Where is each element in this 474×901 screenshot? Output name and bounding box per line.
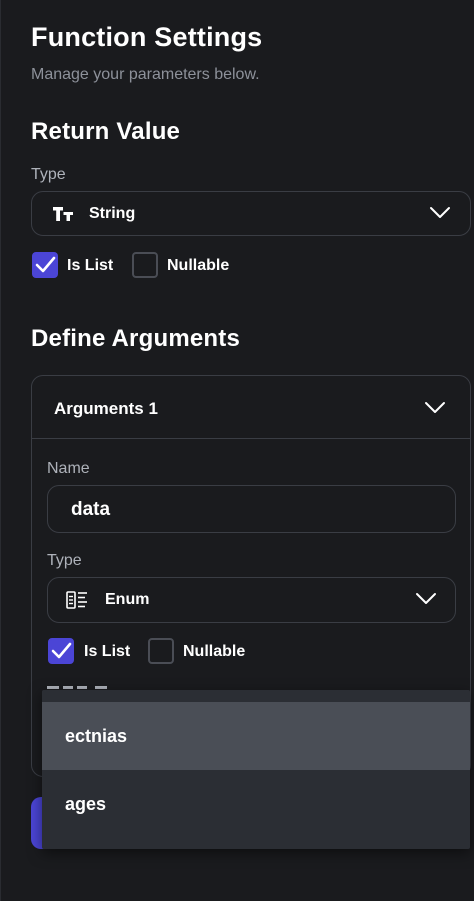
argument-type-value: Enum — [105, 591, 150, 608]
define-arguments-heading: Define Arguments — [31, 325, 241, 352]
text-type-icon — [52, 205, 74, 228]
enum-options-dropdown: ectnias ages — [42, 690, 470, 849]
argument-is-list-label: Is List — [84, 643, 131, 660]
argument-nullable-label: Nullable — [183, 643, 246, 660]
dropdown-option[interactable]: ages — [42, 770, 470, 838]
argument-card-header[interactable]: Arguments 1 — [32, 376, 470, 438]
checkmark-icon — [35, 256, 56, 273]
argument-name-value: data — [71, 499, 111, 520]
dropdown-top-strip — [42, 690, 470, 702]
divider — [32, 438, 470, 439]
return-is-list-checkbox[interactable] — [32, 252, 58, 278]
argument-is-list-checkbox[interactable] — [48, 638, 74, 664]
argument-type-label: Type — [47, 552, 82, 569]
chevron-down-icon — [429, 206, 451, 220]
page-subtitle: Manage your parameters below. — [31, 66, 260, 83]
return-type-value: String — [89, 205, 136, 222]
return-nullable-label: Nullable — [167, 257, 230, 274]
argument-name-label: Name — [47, 460, 90, 477]
argument-type-select[interactable]: Enum — [47, 577, 456, 623]
return-type-label: Type — [31, 166, 66, 183]
argument-nullable-checkbox[interactable] — [148, 638, 174, 664]
return-type-select[interactable]: String — [31, 191, 471, 236]
dropdown-option[interactable]: ectnias — [42, 702, 470, 770]
return-is-list-label: Is List — [67, 257, 114, 274]
chevron-down-icon — [415, 592, 437, 606]
return-nullable-checkbox[interactable] — [132, 252, 158, 278]
argument-name-input[interactable]: data — [47, 485, 456, 533]
enum-list-icon — [66, 591, 88, 614]
checkmark-icon — [51, 642, 72, 659]
chevron-down-icon — [424, 401, 446, 415]
argument-title: Arguments 1 — [54, 399, 158, 418]
return-value-heading: Return Value — [31, 118, 181, 145]
function-settings-panel: Function Settings Manage your parameters… — [0, 0, 474, 901]
page-title: Function Settings — [31, 22, 263, 52]
